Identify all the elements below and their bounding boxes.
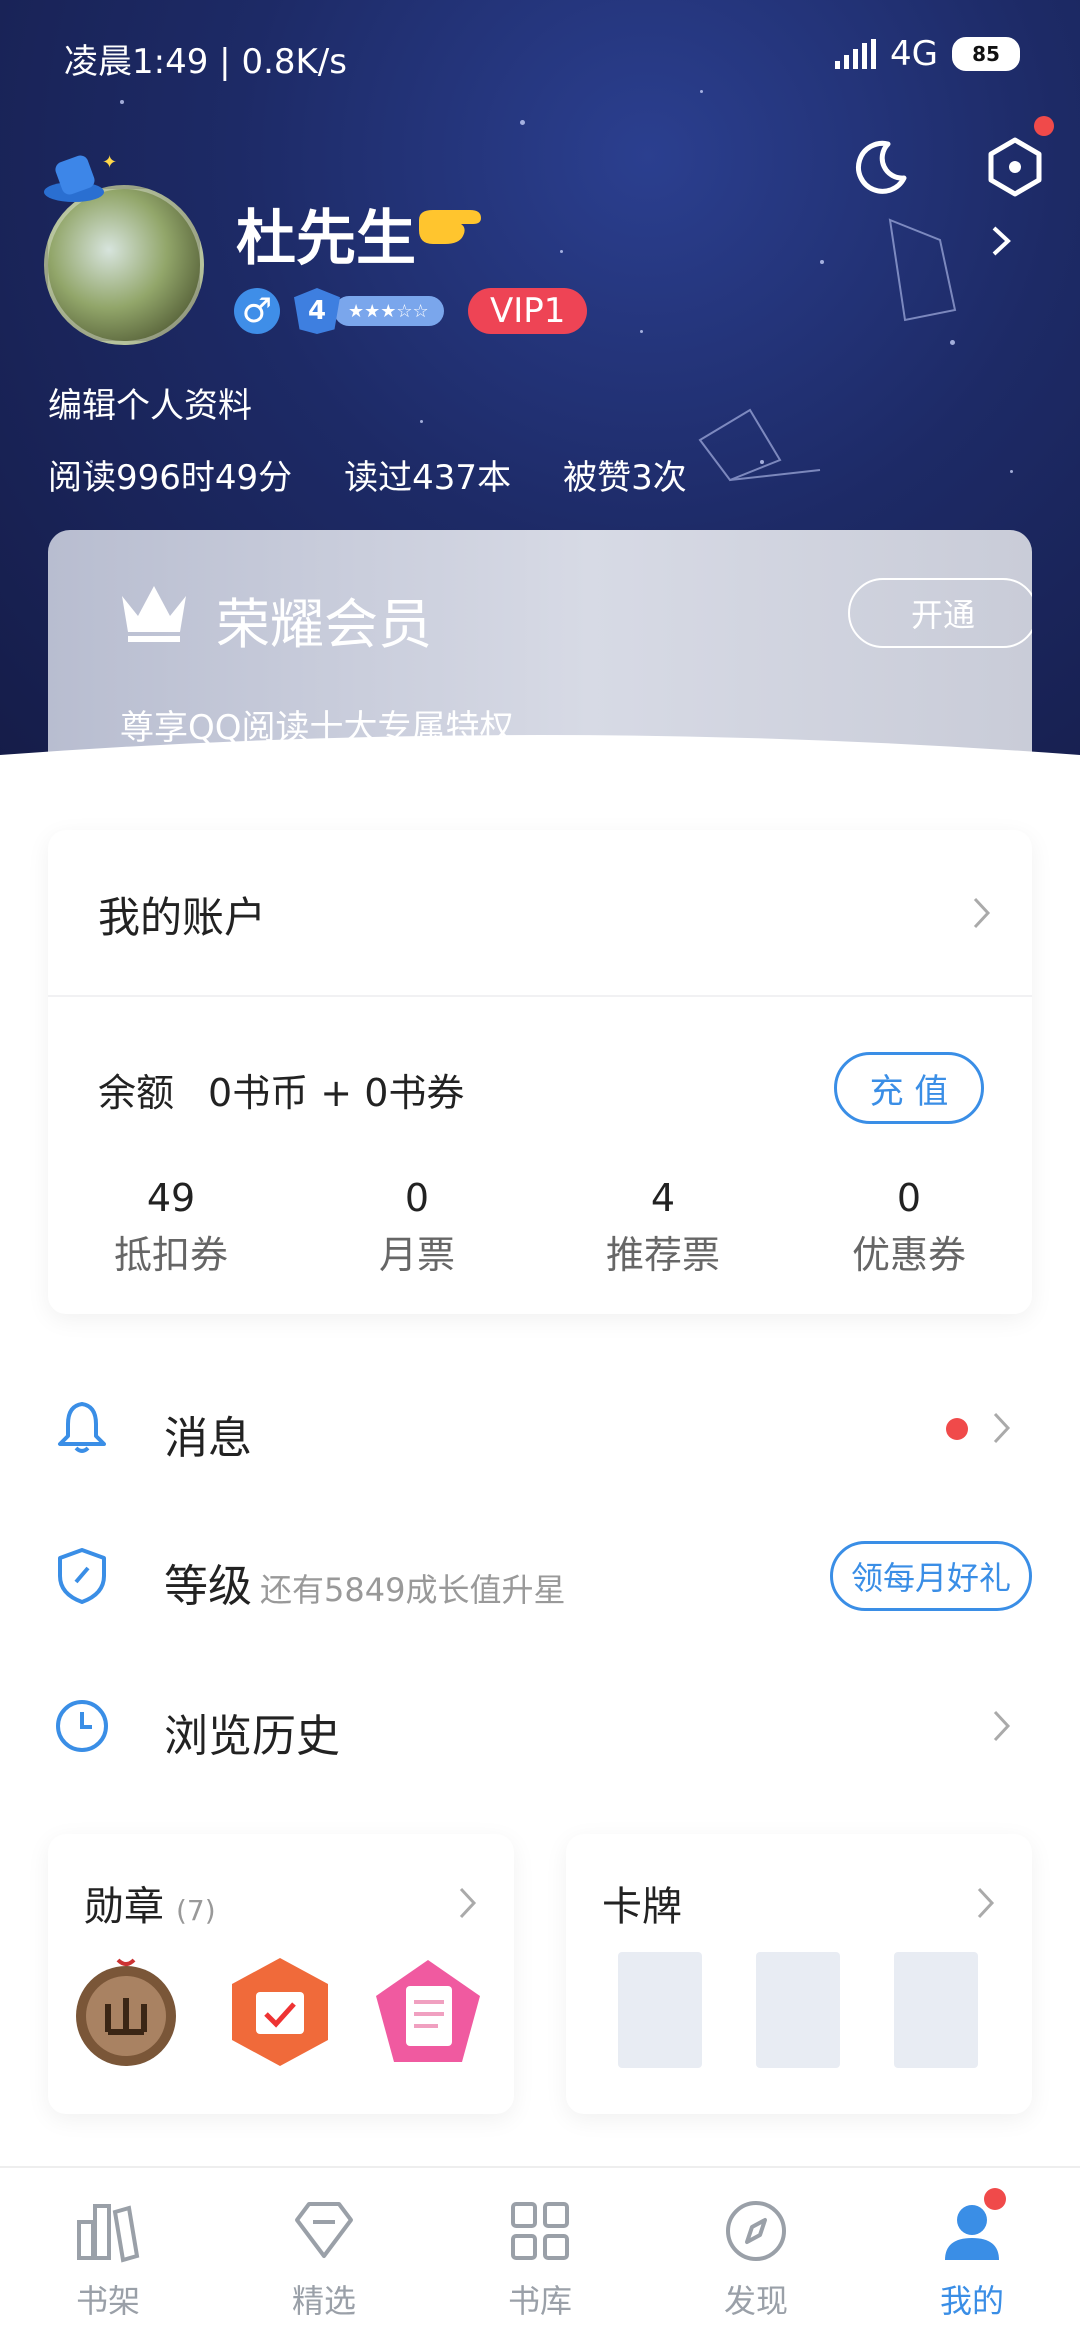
tab-library[interactable]: 书库 — [432, 2168, 648, 2342]
messages-row[interactable]: 消息 — [48, 1378, 1032, 1478]
clock-icon — [56, 1700, 108, 1752]
medal-document-icon[interactable] — [370, 1954, 486, 2070]
message-notification-dot — [946, 1418, 968, 1440]
card-slot[interactable] — [618, 1952, 702, 2068]
level-shield-icon: 4 — [294, 288, 340, 334]
history-row[interactable]: 浏览历史 — [48, 1676, 1032, 1776]
likes-received: 被赞3次 — [563, 458, 687, 498]
account-title[interactable]: 我的账户 — [98, 884, 266, 945]
chevron-right-icon — [459, 1887, 477, 1919]
vip-card-title: 荣耀会员 — [216, 593, 432, 656]
grid-icon — [511, 2202, 569, 2260]
chevron-right-icon — [993, 1710, 1011, 1742]
settings-hexagon-icon[interactable] — [984, 136, 1046, 198]
balance-text: 余额 0书币 + 0书券 — [98, 1071, 465, 1115]
status-time: 凌晨1:49 | 0.8K/s — [64, 42, 347, 82]
open-membership-button[interactable]: 开通 — [848, 578, 1032, 648]
night-mode-moon-icon[interactable] — [850, 138, 910, 198]
ticket-stats: 49 抵扣券 0 月票 4 推荐票 0 优惠券 — [48, 1176, 1032, 1279]
bell-icon — [58, 1402, 106, 1453]
level-badge[interactable]: 4 ★★★☆☆ — [294, 288, 454, 334]
badge-row: ♂ 4 ★★★☆☆ VIP1 — [234, 288, 588, 334]
ticket-recommend[interactable]: 4 推荐票 — [540, 1176, 786, 1279]
crown-icon — [122, 586, 186, 642]
level-label: 等级 还有5849成长值升星 — [164, 1561, 566, 1612]
svg-text:✦: ✦ — [102, 152, 117, 173]
bookshelf-icon — [77, 2204, 140, 2263]
divider — [48, 995, 1032, 997]
tab-bookshelf[interactable]: 书架 — [0, 2168, 216, 2342]
medals-card[interactable]: 勋章 (7) — [48, 1834, 514, 2114]
user-name[interactable]: 杜先生 — [236, 190, 416, 277]
level-hint: 还有5849成长值升星 — [260, 1571, 566, 1609]
recharge-button[interactable]: 充 值 — [834, 1052, 984, 1124]
level-stars-icon: ★★★☆☆ — [334, 296, 444, 326]
tab-discover[interactable]: 发现 — [648, 2168, 864, 2342]
chevron-right-icon — [993, 1412, 1011, 1444]
compass-icon — [726, 2201, 786, 2261]
ticket-deduction[interactable]: 49 抵扣券 — [48, 1176, 294, 1279]
vip-badge[interactable]: VIP1 — [468, 288, 588, 334]
messages-label: 消息 — [164, 1413, 252, 1464]
history-label: 浏览历史 — [164, 1711, 340, 1762]
male-gender-icon: ♂ — [234, 288, 280, 334]
settings-notification-dot — [1034, 116, 1054, 136]
me-notification-dot — [984, 2188, 1006, 2210]
battery-icon: 85 — [952, 37, 1020, 71]
signal-icon — [835, 39, 877, 69]
diamond-icon — [295, 2202, 353, 2258]
pointing-hand-icon — [419, 210, 481, 244]
account-card: 我的账户 余额 0书币 + 0书券 充 值 49 抵扣券 0 月票 4 推荐票 0… — [48, 830, 1032, 1314]
cards-card[interactable]: 卡牌 — [566, 1834, 1032, 2114]
chevron-right-icon[interactable] — [990, 224, 1014, 258]
monthly-gift-button[interactable]: 领每月好礼 — [829, 1541, 1032, 1611]
card-slot[interactable] — [894, 1952, 978, 2068]
chevron-right-icon — [977, 1887, 995, 1919]
status-bar: 凌晨1:49 | 0.8K/s 4G 85 — [64, 34, 1020, 82]
medal-calendar-icon[interactable] — [222, 1954, 338, 2070]
reading-time: 阅读996时49分 — [48, 458, 293, 498]
books-read: 读过437本 — [344, 458, 512, 498]
shield-level-icon — [58, 1548, 106, 1604]
edit-profile-link[interactable]: 编辑个人资料 — [48, 378, 252, 427]
chevron-right-icon[interactable] — [972, 896, 992, 930]
tab-me[interactable]: 我的 — [864, 2168, 1080, 2342]
level-row[interactable]: 等级 还有5849成长值升星 领每月好礼 — [48, 1526, 1032, 1626]
ticket-coupon[interactable]: 0 优惠券 — [786, 1176, 1032, 1279]
reading-stats: 阅读996时49分 读过437本 被赞3次 — [48, 450, 687, 499]
network-type: 4G — [890, 34, 938, 74]
card-slot[interactable] — [756, 1952, 840, 2068]
medals-title: 勋章 (7) — [84, 1884, 216, 1930]
medal-bronze-icon[interactable] — [68, 1954, 184, 2070]
tab-featured[interactable]: 精选 — [216, 2168, 432, 2342]
bottom-tab-bar: 书架 精选 书库 发现 我的 — [0, 2166, 1080, 2342]
cards-title: 卡牌 — [602, 1884, 682, 1930]
hat-decoration-icon: ✦ — [44, 152, 117, 202]
ticket-monthly[interactable]: 0 月票 — [294, 1176, 540, 1279]
